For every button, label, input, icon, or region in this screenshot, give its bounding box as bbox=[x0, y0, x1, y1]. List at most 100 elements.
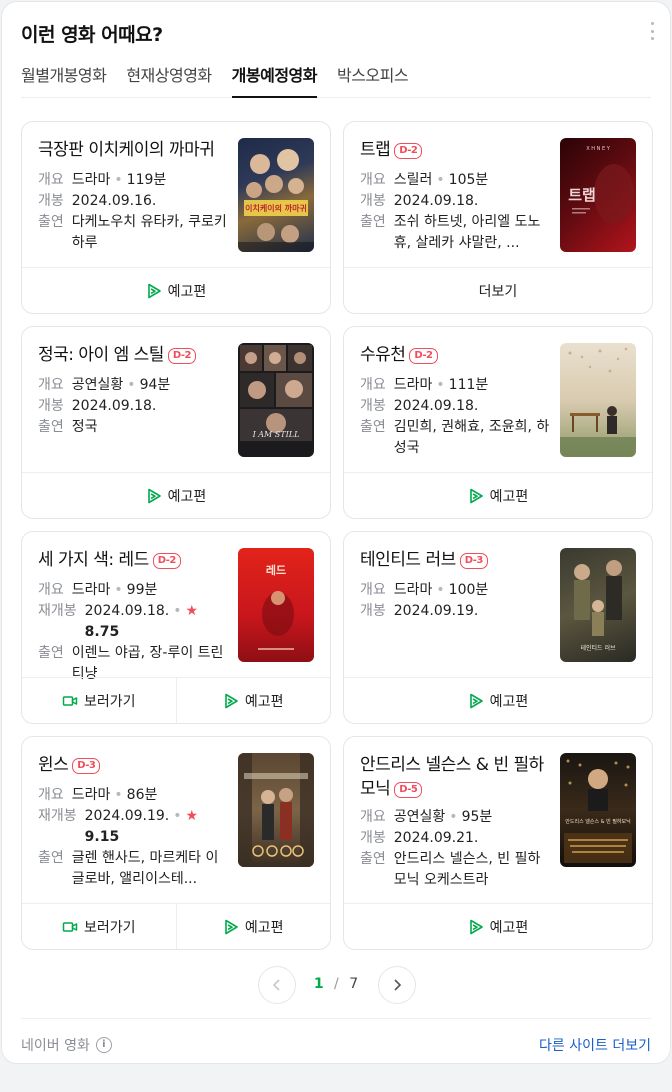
movie-title-text[interactable]: 윈스 bbox=[38, 755, 69, 775]
movie-title[interactable]: 테인티드 러브 D-3 bbox=[360, 548, 550, 572]
rerelease-label: 재개봉 bbox=[38, 808, 77, 824]
movie-poster[interactable]: 테인티드 러브 bbox=[560, 548, 636, 662]
panel-footer: 네이버 영화 i 다른 사이트 더보기 bbox=[21, 1018, 651, 1063]
trailer-button[interactable]: 예고편 bbox=[22, 268, 330, 313]
cast-value: 정국 bbox=[71, 419, 98, 435]
cast-value: 조쉬 하트넷, 아리엘 도노휴, 살레카 샤말란, ... bbox=[393, 214, 541, 251]
play-icon bbox=[225, 919, 238, 934]
trailer-button[interactable]: 예고편 bbox=[344, 904, 652, 949]
button-bar: 예고편 bbox=[344, 903, 652, 949]
movie-title[interactable]: 정국: 아이 엠 스틸 D-2 bbox=[38, 343, 228, 367]
trailer-button[interactable]: 예고편 bbox=[22, 473, 330, 518]
next-page-button[interactable] bbox=[378, 966, 416, 1004]
watch-button[interactable]: 보러가기 bbox=[22, 904, 176, 949]
genre-label: 개요 bbox=[38, 172, 64, 188]
watch-button[interactable]: 보러가기 bbox=[22, 678, 176, 723]
movie-title-text[interactable]: 안드리스 넬슨스 & 빈 필하모닉 bbox=[360, 755, 544, 799]
genre-value: 드라마 bbox=[393, 377, 433, 393]
genre-label: 개요 bbox=[360, 582, 386, 598]
movie-poster[interactable]: X H N E Y 트랩 bbox=[560, 138, 636, 252]
movie-title[interactable]: 안드리스 넬슨스 & 빈 필하모닉 D-5 bbox=[360, 753, 550, 801]
more-label: 더보기 bbox=[478, 283, 518, 300]
button-bar: 예고편 bbox=[344, 677, 652, 723]
release-label: 개봉 bbox=[38, 398, 64, 414]
genre-label: 개요 bbox=[360, 172, 386, 188]
trailer-label: 예고편 bbox=[489, 488, 529, 505]
trailer-label: 예고편 bbox=[244, 919, 284, 936]
cast-label: 출연 bbox=[360, 851, 386, 867]
movie-poster[interactable]: 레드 bbox=[238, 548, 314, 662]
movie-info: 개요 드라마 • 100분 개봉 2024.09.19. bbox=[360, 580, 550, 622]
movie-title[interactable]: 극장판 이치케이의 까마귀 bbox=[38, 138, 228, 162]
release-label: 개봉 bbox=[360, 830, 386, 846]
runtime-value: 100분 bbox=[448, 582, 489, 598]
movie-poster[interactable]: I AM STILL bbox=[238, 343, 314, 457]
watch-label: 보러가기 bbox=[83, 919, 136, 936]
runtime-value: 99분 bbox=[126, 582, 158, 598]
movie-title-text[interactable]: 테인티드 러브 bbox=[360, 550, 456, 570]
movie-info: 개요 스릴러 • 105분 개봉 2024.09.18. 출연 조쉬 하트넷, 아리엘 도… bbox=[360, 170, 550, 254]
movie-title[interactable]: 수유천 D-2 bbox=[360, 343, 550, 367]
trailer-button[interactable]: 예고편 bbox=[344, 473, 652, 518]
trailer-button[interactable]: 예고편 bbox=[175, 678, 331, 723]
tab-bar: 월별개봉영화 현재상영영화 개봉예정영화 박스오피스 bbox=[21, 62, 651, 98]
movie-title-text[interactable]: 세 가지 색: 레드 bbox=[38, 550, 149, 570]
other-sites-link[interactable]: 다른 사이트 더보기 bbox=[539, 1035, 651, 1055]
movie-card: 안드리스 넬슨스 & 빈 필하모닉 D-5 개요 공연실황 • 95분 개봉 2024.0… bbox=[343, 736, 653, 950]
genre-value: 공연실황 bbox=[71, 377, 124, 393]
tab-now-showing[interactable]: 현재상영영화 bbox=[126, 62, 212, 98]
release-date: 2024.09.18. bbox=[393, 398, 479, 414]
genre-value: 드라마 bbox=[393, 582, 433, 598]
genre-value: 드라마 bbox=[71, 582, 111, 598]
movie-card: 트랩 D-2 개요 스릴러 • 105분 개봉 2024.09.18. 출연 조쉬 하트넷,… bbox=[343, 121, 653, 314]
d-day-badge: D-2 bbox=[409, 348, 438, 364]
movie-title-text[interactable]: 극장판 이치케이의 까마귀 bbox=[38, 140, 215, 160]
release-date: 2024.09.18. bbox=[393, 193, 479, 209]
movie-title-text[interactable]: 수유천 bbox=[360, 345, 406, 365]
runtime-value: 94분 bbox=[139, 377, 171, 393]
info-icon[interactable]: i bbox=[95, 1037, 112, 1053]
movie-title[interactable]: 윈스 D-3 bbox=[38, 753, 228, 777]
more-button[interactable]: 더보기 bbox=[344, 268, 652, 313]
rerelease-label: 재개봉 bbox=[38, 603, 77, 619]
movie-info: 개요 공연실황 • 95분 개봉 2024.09.21. 출연 안드리스 넬슨스, 빈 필… bbox=[360, 807, 550, 891]
movie-poster[interactable]: 안드리스 넬슨스 & 빈 필하모닉 bbox=[560, 753, 636, 867]
movie-title-text[interactable]: 트랩 bbox=[360, 140, 391, 160]
genre-value: 스릴러 bbox=[393, 172, 433, 188]
trailer-label: 예고편 bbox=[244, 693, 284, 710]
release-date: 2024.09.16. bbox=[71, 193, 157, 209]
movie-poster[interactable] bbox=[238, 753, 314, 867]
poster-big-title: 트랩 bbox=[568, 186, 596, 204]
movie-info: 개요 드라마 • 86분 재개봉 2024.09.19. • ★ 9.15 출연 글렌 핸사드… bbox=[38, 785, 228, 890]
movie-info: 개요 공연실황 • 94분 개봉 2024.09.18. 출연 정국 bbox=[38, 375, 228, 438]
more-options-icon[interactable] bbox=[648, 22, 656, 40]
movie-title-text[interactable]: 정국: 아이 엠 스틸 bbox=[38, 345, 164, 365]
movie-poster[interactable] bbox=[560, 343, 636, 457]
movie-recommendation-panel: 이런 영화 어때요? 월별개봉영화 현재상영영화 개봉예정영화 박스오피스 극장… bbox=[1, 1, 671, 1064]
trailer-button[interactable]: 예고편 bbox=[175, 904, 331, 949]
poster-title-text: 이치케이의 까마귀 bbox=[245, 203, 307, 213]
source-info: 네이버 영화 i bbox=[21, 1035, 112, 1055]
release-date: 2024.09.18. bbox=[84, 603, 170, 619]
play-icon bbox=[469, 488, 483, 503]
cast-value: 글렌 핸사드, 마르케타 이글로바, 앨리이스테... bbox=[71, 850, 219, 887]
tab-box-office[interactable]: 박스오피스 bbox=[337, 62, 409, 98]
tab-monthly-release[interactable]: 월별개봉영화 bbox=[21, 62, 107, 98]
trailer-button[interactable]: 예고편 bbox=[344, 678, 652, 723]
release-date: 2024.09.21. bbox=[393, 830, 479, 846]
poster-caption: 테인티드 러브 bbox=[580, 644, 616, 652]
movie-poster[interactable]: 이치케이의 까마귀 bbox=[238, 138, 314, 252]
release-date: 2024.09.18. bbox=[71, 398, 157, 414]
play-icon bbox=[147, 488, 161, 503]
play-icon bbox=[469, 693, 483, 708]
tab-upcoming[interactable]: 개봉예정영화 bbox=[231, 62, 317, 98]
movie-title[interactable]: 트랩 D-2 bbox=[360, 138, 550, 162]
genre-value: 드라마 bbox=[71, 172, 111, 188]
release-label: 개봉 bbox=[360, 603, 386, 619]
movie-info: 개요 드라마 • 99분 재개봉 2024.09.18. • ★ 8.75 출연 이렌느 야곱… bbox=[38, 580, 228, 685]
star-icon: ★ bbox=[185, 603, 199, 619]
movie-title[interactable]: 세 가지 색: 레드 D-2 bbox=[38, 548, 228, 572]
rating-value: 9.15 bbox=[84, 829, 120, 845]
pagination: 1 / 7 bbox=[2, 966, 670, 1004]
movie-card: 극장판 이치케이의 까마귀 개요 드라마 • 119분 개봉 2024.09.16. 출… bbox=[21, 121, 331, 314]
